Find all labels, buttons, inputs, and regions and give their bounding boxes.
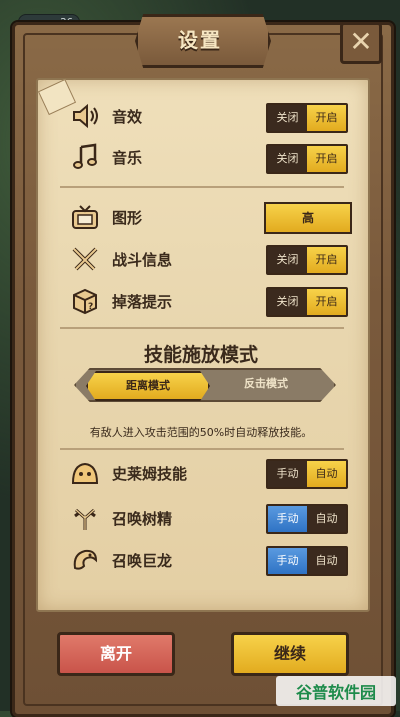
mode-description: 有敌人进入攻击范围的50%时自动释放技能。 [89, 426, 313, 439]
leave-button[interactable]: 离开 [57, 632, 175, 676]
watermark: 谷普软件园 [276, 676, 396, 706]
slime-icon [71, 462, 99, 484]
speaker-icon [73, 103, 98, 129]
skill-dragon-auto-option[interactable]: 自动 [307, 548, 346, 574]
divider [60, 448, 344, 450]
sound-label: 音效 [112, 108, 143, 126]
svg-text:?: ? [88, 302, 93, 312]
skill-treant-toggle[interactable]: 手动 自动 [266, 504, 348, 534]
drop-hint-off-option[interactable]: 关闭 [268, 289, 307, 315]
continue-button[interactable]: 继续 [231, 632, 349, 676]
skill-treant-manual-option[interactable]: 手动 [268, 506, 307, 532]
mystery-box-icon: ? [73, 288, 97, 315]
skill-slime-manual-option[interactable]: 手动 [268, 461, 307, 487]
skill-slime-label: 史莱姆技能 [112, 465, 188, 483]
dragon-icon [73, 549, 98, 570]
divider [60, 186, 344, 188]
skill-dragon-toggle[interactable]: 手动 自动 [266, 546, 348, 576]
skill-mode-title: 技能施放模式 [143, 344, 258, 366]
drop-hint-toggle[interactable]: 关闭 开启 [266, 287, 348, 317]
music-label: 音乐 [112, 149, 143, 167]
tv-icon [72, 205, 98, 229]
skill-slime-auto-option[interactable]: 自动 [307, 461, 346, 487]
sound-toggle[interactable]: 关闭 开启 [266, 103, 348, 133]
skill-treant-label: 召唤树精 [112, 510, 173, 528]
crossed-swords-icon [72, 247, 98, 271]
graphics-label: 图形 [112, 209, 143, 227]
graphics-quality-button[interactable]: 高 [264, 202, 352, 234]
divider [60, 327, 344, 329]
music-toggle[interactable]: 关闭 开启 [266, 144, 348, 174]
battle-info-on-option[interactable]: 开启 [307, 247, 346, 273]
drop-hint-label: 掉落提示 [112, 293, 173, 311]
tab-range-mode[interactable]: 距离模式 [86, 371, 210, 401]
drop-hint-on-option[interactable]: 开启 [307, 289, 346, 315]
sound-off-option[interactable]: 关闭 [268, 105, 307, 131]
music-off-option[interactable]: 关闭 [268, 146, 307, 172]
skill-slime-toggle[interactable]: 手动 自动 [266, 459, 348, 489]
battle-info-off-option[interactable]: 关闭 [268, 247, 307, 273]
skill-treant-auto-option[interactable]: 自动 [307, 506, 346, 532]
page-title: 设置 [178, 28, 222, 52]
skill-dragon-manual-option[interactable]: 手动 [268, 548, 307, 574]
music-note-icon [73, 143, 97, 169]
sound-on-option[interactable]: 开启 [307, 105, 346, 131]
tab-counter-mode[interactable]: 反击模式 [206, 371, 326, 397]
skill-dragon-label: 召唤巨龙 [112, 552, 173, 570]
battle-info-toggle[interactable]: 关闭 开启 [266, 245, 348, 275]
battle-info-label: 战斗信息 [112, 251, 173, 269]
treant-icon [74, 508, 96, 530]
close-button[interactable]: ✕ [340, 22, 382, 64]
close-icon: ✕ [349, 25, 373, 58]
music-on-option[interactable]: 开启 [307, 146, 346, 172]
